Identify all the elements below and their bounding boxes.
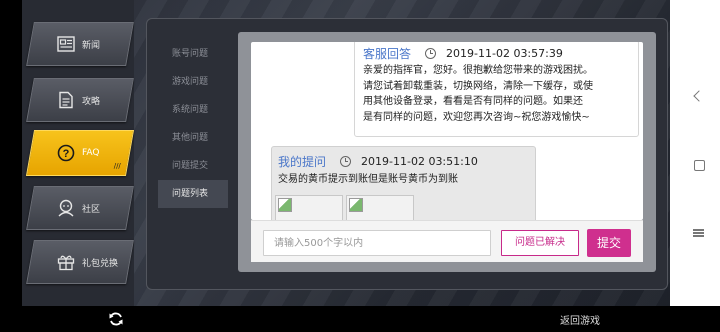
sidebar-item-label: 社区: [82, 204, 101, 215]
support-reply-bubble: 客服回答 2019-11-02 03:57:39 亲爱的指挥官，您好。很抱歉给您…: [354, 42, 639, 137]
category-other[interactable]: 其他问题: [158, 124, 228, 152]
back-icon[interactable]: [692, 90, 706, 104]
attached-image-icon[interactable]: [346, 195, 414, 220]
sidebar-item-label: 礼包兑换: [82, 258, 119, 269]
svg-text:?: ?: [63, 148, 70, 160]
bottom-bar: 返回游戏: [0, 306, 720, 332]
system-nav-bar: [670, 0, 720, 306]
input-bar: 问题已解决 提交: [251, 220, 643, 262]
support-message-text: 亲爱的指挥官，您好。很抱歉给您带来的游戏困扰。 请您试着卸载重装，切换网络，清除…: [363, 63, 630, 125]
category-game[interactable]: 游戏问题: [158, 68, 228, 96]
question-input[interactable]: [263, 230, 491, 256]
home-icon[interactable]: [692, 158, 706, 172]
gift-icon: [57, 255, 75, 271]
community-icon: [58, 199, 74, 217]
newspaper-icon: [57, 36, 75, 52]
category-system[interactable]: 系统问题: [158, 96, 228, 124]
support-line: 亲爱的指挥官，您好。很抱歉给您带来的游戏困扰。: [363, 65, 593, 76]
clock-icon: [340, 155, 352, 167]
resolved-button[interactable]: 问题已解决: [501, 230, 579, 256]
category-submit[interactable]: 问题提交: [158, 152, 228, 180]
document-icon: [59, 91, 73, 109]
chat-messages[interactable]: 客服回答 2019-11-02 03:57:39 亲爱的指挥官，您好。很抱歉给您…: [251, 42, 643, 220]
sidebar-item-guide[interactable]: 攻略: [26, 78, 134, 122]
user-question-bubble: 我的提问 2019-11-02 03:51:10 交易的黄币提示到账但是账号黄币…: [271, 146, 536, 220]
submit-button[interactable]: 提交: [587, 229, 631, 257]
sidebar-item-label: 新闻: [82, 40, 101, 51]
menu-icon[interactable]: [692, 226, 706, 240]
sidebar-item-label: 攻略: [82, 96, 101, 107]
sidebar-item-label: FAQ: [82, 148, 100, 158]
support-line: 用其他设备登录，看看是否有同样的问题。如果还: [363, 96, 583, 107]
support-sender: 客服回答: [363, 46, 412, 61]
support-line: 请您试着卸载重装，切换网络，清除一下缓存，或使: [363, 80, 593, 92]
support-line: 是有同样的问题，欢迎您再次咨询~祝您游戏愉快~: [363, 111, 590, 123]
clock-icon: [425, 47, 437, 59]
category-account[interactable]: 账号问题: [158, 40, 228, 68]
faq-decoration: ///: [113, 162, 121, 170]
attached-image-icon[interactable]: [275, 195, 343, 220]
help-icon: ?: [57, 144, 75, 162]
user-sender: 我的提问: [278, 154, 327, 169]
sidebar-item-faq[interactable]: ? FAQ ///: [25, 130, 135, 176]
chat-container: 客服回答 2019-11-02 03:57:39 亲爱的指挥官，您好。很抱歉给您…: [238, 32, 656, 272]
user-message-text: 交易的黄币提示到账但是账号黄币为到账: [278, 174, 458, 185]
sidebar-item-community[interactable]: 社区: [26, 186, 134, 230]
sidebar-item-gift-redeem[interactable]: 礼包兑换: [26, 240, 134, 284]
user-timestamp: 2019-11-02 03:51:10: [361, 154, 478, 168]
category-question-list[interactable]: 问题列表: [158, 180, 228, 208]
refresh-icon[interactable]: [108, 311, 124, 327]
sidebar-item-news[interactable]: 新闻: [26, 22, 134, 66]
support-timestamp: 2019-11-02 03:57:39: [446, 46, 563, 60]
back-to-game-button[interactable]: 返回游戏: [560, 312, 600, 327]
left-black-band: [0, 0, 22, 306]
